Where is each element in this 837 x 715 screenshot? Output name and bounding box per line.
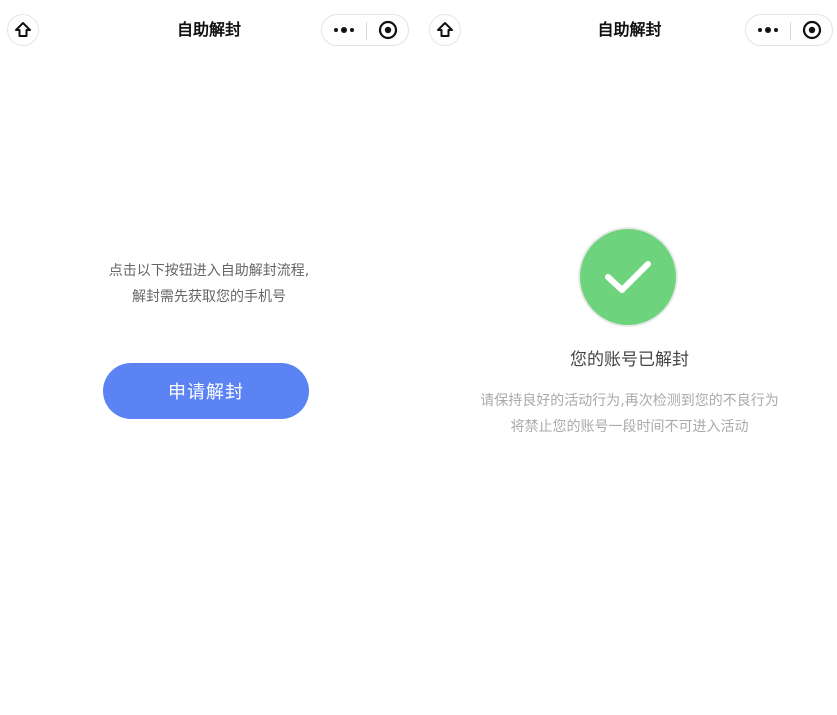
result-desc-line-2: 将禁止您的账号一段时间不可进入活动 <box>510 419 749 435</box>
unblock-success-screen: 自助解封 您的账号已解封 请保持良好的活动行为,再次检测到您的不良行为 将禁止您… <box>422 0 837 715</box>
intro-line-1: 点击以下按钮进入自助解封流程, <box>108 263 310 279</box>
more-button[interactable] <box>746 15 790 45</box>
target-close-icon <box>802 20 822 40</box>
close-button[interactable] <box>367 15 409 45</box>
apply-unblock-button[interactable]: 申请解封 <box>103 363 309 419</box>
nav-bar: 自助解封 <box>422 0 837 62</box>
result-description: 请保持良好的活动行为,再次检测到您的不良行为 将禁止您的账号一段时间不可进入活动 <box>422 388 837 440</box>
close-button[interactable] <box>791 15 833 45</box>
screenshot-canvas: 自助解封 点击以下按钮进入自助解封流程, 解封需先获取您的手机号 申请解封 自助… <box>0 0 837 715</box>
capsule-menu <box>745 14 833 46</box>
target-close-icon <box>378 20 398 40</box>
result-title: 您的账号已解封 <box>570 350 689 370</box>
more-dots-icon <box>334 27 354 33</box>
intro-text: 点击以下按钮进入自助解封流程, 解封需先获取您的手机号 <box>0 258 418 310</box>
intro-line-2: 解封需先获取您的手机号 <box>132 289 286 305</box>
more-button[interactable] <box>322 15 366 45</box>
unblock-request-screen: 自助解封 点击以下按钮进入自助解封流程, 解封需先获取您的手机号 申请解封 <box>0 0 418 715</box>
nav-bar: 自助解封 <box>0 0 418 62</box>
check-circle-icon <box>605 261 651 293</box>
result-desc-line-1: 请保持良好的活动行为,再次检测到您的不良行为 <box>480 393 779 409</box>
success-check-badge <box>580 229 676 325</box>
more-dots-icon <box>758 27 778 33</box>
capsule-menu <box>321 14 409 46</box>
